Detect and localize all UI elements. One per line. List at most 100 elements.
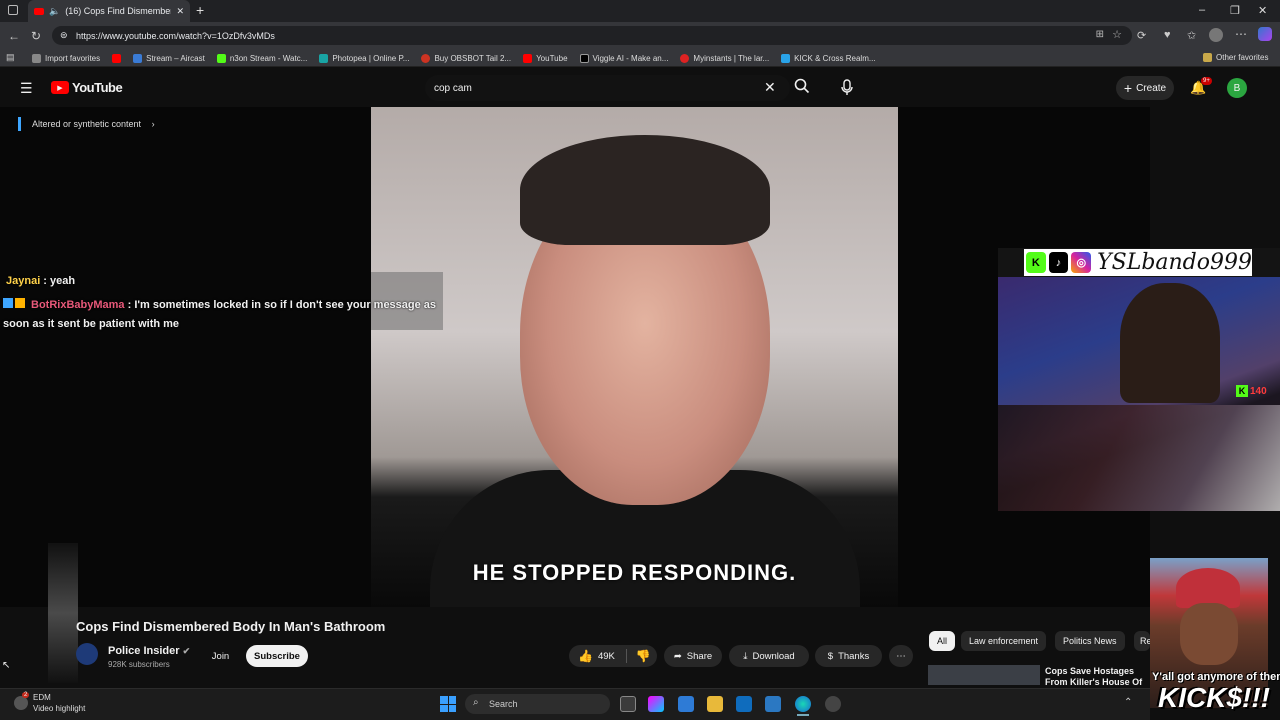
bookmark-item[interactable]: Buy OBSBOT Tail 2... bbox=[421, 53, 511, 63]
copilot-icon[interactable] bbox=[1258, 27, 1272, 41]
speaker-icon[interactable]: 🔈 bbox=[49, 6, 60, 17]
window-close-button[interactable]: ✕ bbox=[1258, 4, 1267, 17]
account-avatar[interactable]: B bbox=[1227, 78, 1247, 98]
video-caption: HE STOPPED RESPONDING. bbox=[472, 560, 797, 585]
microphone-icon[interactable] bbox=[840, 79, 854, 96]
recommended-title[interactable]: Cops Save Hostages From Killer's House O… bbox=[1045, 666, 1155, 688]
bookmark-item[interactable] bbox=[112, 53, 122, 63]
other-favorites[interactable]: Other favorites bbox=[1203, 53, 1268, 62]
myinstants-icon bbox=[680, 53, 690, 63]
taskbar-search-input[interactable]: ⌕ Search bbox=[465, 694, 610, 714]
url-text: https://www.youtube.com/watch?v=1OzDfv3v… bbox=[76, 30, 275, 41]
notification-count-badge: 9+ bbox=[1201, 77, 1212, 85]
edge-browser-icon[interactable] bbox=[795, 696, 811, 712]
chat-separator: : bbox=[40, 275, 51, 287]
weather-icon[interactable] bbox=[14, 696, 28, 710]
logo-text: YouTube bbox=[72, 80, 123, 95]
subscribe-button[interactable]: Subscribe bbox=[246, 645, 308, 667]
more-actions-button[interactable]: ⋯ bbox=[889, 645, 913, 667]
bookmark-item[interactable]: Myinstants | The lar... bbox=[680, 53, 769, 63]
profile-icon[interactable] bbox=[1209, 28, 1223, 42]
back-icon[interactable]: ← bbox=[8, 29, 20, 43]
chip-politics-news[interactable]: Politics News bbox=[1055, 631, 1125, 651]
streamer-figure bbox=[1120, 283, 1220, 403]
kick-icon bbox=[216, 53, 226, 63]
like-icon[interactable]: 👍 bbox=[578, 649, 593, 663]
subscriber-count: 928K subscribers bbox=[108, 660, 170, 669]
new-tab-button[interactable]: + bbox=[196, 2, 204, 18]
clear-search-icon[interactable]: ✕ bbox=[764, 79, 776, 96]
youtube-favicon-icon bbox=[34, 7, 44, 15]
tab-title: (16) Cops Find Dismembere bbox=[65, 6, 172, 16]
viggle-icon bbox=[579, 53, 589, 63]
bookmark-item[interactable]: Photopea | Online P... bbox=[319, 53, 409, 63]
video-subject-hair bbox=[520, 135, 770, 245]
chip-law-enforcement[interactable]: Law enforcement bbox=[961, 631, 1047, 651]
extensions-icon[interactable]: ⟳ bbox=[1137, 29, 1146, 42]
sticker-beanie bbox=[1176, 568, 1240, 608]
download-button[interactable]: ⤓ Download bbox=[729, 645, 809, 667]
thanks-label: Thanks bbox=[838, 650, 870, 662]
chat-separator: : bbox=[124, 299, 135, 311]
channel-name[interactable]: Police Insider ✔ bbox=[108, 645, 190, 657]
create-button[interactable]: + Create bbox=[1116, 76, 1174, 100]
bookmark-label: n3on Stream - Watc... bbox=[229, 53, 308, 63]
create-label: Create bbox=[1136, 82, 1167, 94]
url-field[interactable]: ⊜ https://www.youtube.com/watch?v=1OzDfv… bbox=[52, 26, 1132, 45]
folder-icon bbox=[1203, 53, 1212, 62]
keyboard-desk-scene bbox=[998, 405, 1280, 511]
minimize-button[interactable]: – bbox=[1199, 4, 1205, 16]
bookmark-item[interactable]: n3on Stream - Watc... bbox=[216, 53, 308, 63]
taskbar-search-icon: ⌕ bbox=[473, 697, 479, 708]
tab-close-icon[interactable]: ✕ bbox=[176, 6, 184, 17]
browser-tab-strip bbox=[0, 0, 1280, 22]
reload-icon[interactable]: ↻ bbox=[31, 29, 41, 43]
bookmark-item[interactable]: Import favorites bbox=[32, 53, 101, 63]
bookmark-item[interactable]: YouTube bbox=[523, 53, 568, 63]
join-button[interactable]: Join bbox=[205, 645, 236, 667]
store-icon[interactable] bbox=[678, 696, 694, 712]
start-windows-icon[interactable] bbox=[440, 696, 456, 712]
browser-essentials-icon[interactable]: ♥ bbox=[1164, 29, 1171, 41]
tray-chevron-up-icon[interactable]: ⌃ bbox=[1124, 697, 1132, 708]
maximize-button[interactable]: ❐ bbox=[1230, 4, 1240, 17]
bookmark-label: Import favorites bbox=[45, 53, 101, 63]
channel-name-text: Police Insider bbox=[108, 645, 180, 657]
search-input[interactable]: cop cam bbox=[425, 75, 790, 101]
share-button[interactable]: ➦ Share bbox=[664, 645, 722, 667]
search-icon[interactable] bbox=[794, 78, 810, 94]
task-view-icon[interactable] bbox=[620, 696, 636, 712]
photos-icon[interactable] bbox=[765, 696, 781, 712]
bookmark-label: Stream – Aircast bbox=[146, 53, 205, 63]
more-menu-icon[interactable]: ⋯ bbox=[1235, 27, 1247, 41]
dislike-icon[interactable]: 👎 bbox=[636, 649, 651, 663]
file-explorer-icon[interactable] bbox=[707, 696, 723, 712]
youtube-logo[interactable]: ▶ YouTube bbox=[51, 80, 123, 95]
bookmark-item[interactable]: KICK & Cross Realm... bbox=[781, 53, 876, 63]
favorites-icon[interactable]: ✩ bbox=[1187, 29, 1196, 42]
chip-all[interactable]: All bbox=[929, 631, 956, 651]
app-available-icon[interactable]: ⊞ bbox=[1096, 29, 1104, 40]
recommended-thumbnail[interactable] bbox=[928, 665, 1040, 685]
favorite-star-icon[interactable]: ☆ bbox=[1112, 28, 1122, 41]
video-title: Cops Find Dismembered Body In Man's Bath… bbox=[76, 619, 386, 634]
share-label: Share bbox=[686, 650, 713, 662]
taskbar-search-placeholder: Search bbox=[489, 699, 518, 709]
browser-tab-active[interactable]: 🔈 (16) Cops Find Dismembere ✕ bbox=[28, 0, 190, 22]
sticker-caption-bottom: KICK$!!! bbox=[1158, 682, 1270, 713]
hamburger-menu-icon[interactable]: ☰ bbox=[20, 80, 33, 97]
favorites-bar-menu-icon[interactable]: ▤ bbox=[6, 52, 15, 63]
bookmark-item[interactable]: Viggle AI - Make an... bbox=[579, 53, 668, 63]
site-info-icon[interactable]: ⊜ bbox=[60, 30, 68, 41]
tab-actions-icon[interactable] bbox=[8, 5, 18, 15]
channel-avatar[interactable] bbox=[76, 643, 98, 665]
bookmark-item[interactable]: Stream – Aircast bbox=[133, 53, 205, 63]
settings-gear-icon[interactable] bbox=[825, 696, 841, 712]
synthetic-content-label[interactable]: Altered or synthetic content › bbox=[18, 117, 155, 131]
copilot-app-icon[interactable] bbox=[648, 696, 664, 712]
thanks-icon: $ bbox=[827, 650, 834, 662]
like-count[interactable]: 49K bbox=[598, 651, 615, 662]
thanks-button[interactable]: $ Thanks bbox=[815, 645, 882, 667]
chip-truncated[interactable]: Re bbox=[1134, 631, 1150, 651]
outlook-icon[interactable] bbox=[736, 696, 752, 712]
